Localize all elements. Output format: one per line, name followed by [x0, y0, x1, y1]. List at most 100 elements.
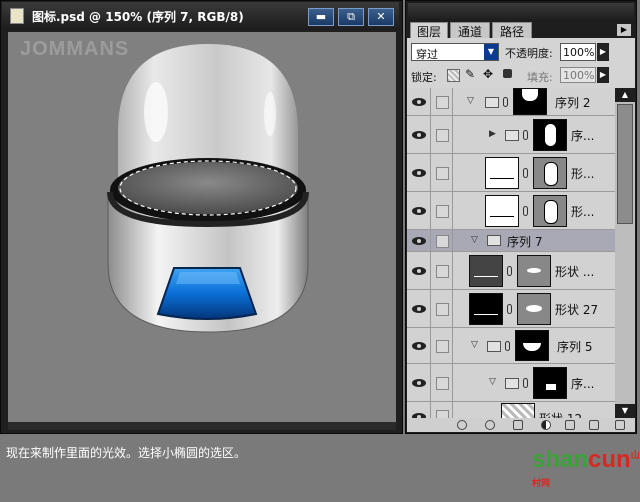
trash-icon[interactable] [615, 420, 625, 430]
document-title-bar[interactable]: 图标.psd @ 150% (序列 7, RGB/8) ▬ ⧉ ✕ [2, 2, 399, 30]
lock-all-icon[interactable] [503, 69, 512, 78]
visibility-toggle[interactable] [407, 116, 431, 153]
expand-arrow-icon[interactable]: ▶ [489, 129, 496, 139]
folder-icon [505, 378, 519, 389]
fill-slider-button[interactable]: ▶ [597, 67, 609, 83]
visibility-toggle[interactable] [407, 88, 431, 115]
link-checkbox[interactable] [436, 235, 449, 248]
layer-style-icon[interactable] [485, 420, 495, 430]
eye-icon [411, 97, 426, 106]
visibility-toggle[interactable] [407, 252, 431, 289]
layer-row[interactable]: 形状 27 [407, 290, 615, 328]
panel-menu-button[interactable]: ▶ [617, 24, 631, 36]
layer-row[interactable]: 形状 12 [407, 402, 615, 418]
link-checkbox[interactable] [436, 96, 449, 109]
lock-brush-icon[interactable]: ✎ [465, 67, 475, 81]
panel-menu-icon: ▶ [620, 25, 628, 34]
layer-row[interactable]: ▽ 序列 5 [407, 328, 615, 364]
chain-link-icon [523, 130, 528, 140]
horizontal-scrollbar[interactable] [8, 422, 396, 430]
opacity-input[interactable]: 100% [560, 43, 596, 61]
visibility-toggle[interactable] [407, 328, 431, 363]
link-checkbox[interactable] [436, 205, 449, 218]
layer-row[interactable]: ▶ 序... [407, 116, 615, 154]
layer-row[interactable]: 形状 ... [407, 252, 615, 290]
close-button[interactable]: ✕ [368, 8, 394, 26]
add-mask-icon[interactable] [513, 420, 523, 430]
lock-label: 锁定: [411, 71, 437, 84]
expand-arrow-icon[interactable]: ▽ [467, 96, 474, 106]
link-checkbox[interactable] [436, 377, 449, 390]
opacity-label: 不透明度: [505, 47, 553, 60]
visibility-toggle[interactable] [407, 364, 431, 401]
adjustment-layer-icon[interactable] [541, 420, 551, 430]
link-checkbox[interactable] [436, 303, 449, 316]
maximize-icon: ⧉ [347, 10, 355, 23]
layers-scrollbar[interactable]: ▲ ▼ [615, 88, 635, 418]
new-layer-icon[interactable] [589, 420, 599, 430]
expand-arrow-icon[interactable]: ▽ [471, 340, 478, 350]
folder-icon [487, 235, 501, 246]
scroll-thumb[interactable] [617, 104, 633, 224]
expand-arrow-icon[interactable]: ▽ [471, 235, 478, 245]
eye-icon [411, 236, 426, 245]
opacity-slider-button[interactable]: ▶ [597, 43, 609, 61]
eye-icon [411, 304, 426, 313]
visibility-toggle[interactable] [407, 290, 431, 327]
eye-icon [411, 206, 426, 215]
blend-mode-select[interactable]: 穿过 ▼ [411, 43, 499, 61]
layer-name: 序... [571, 377, 595, 391]
eye-icon [411, 341, 426, 350]
expand-arrow-icon[interactable]: ▽ [489, 377, 496, 387]
link-checkbox[interactable] [436, 340, 449, 353]
chevron-down-icon: ▼ [484, 44, 498, 60]
new-group-icon[interactable] [565, 420, 575, 430]
layer-row[interactable]: 形... [407, 192, 615, 230]
link-cell [431, 192, 453, 229]
eye-icon [411, 168, 426, 177]
layer-name: 形状 27 [555, 303, 599, 317]
link-cell [431, 290, 453, 327]
eye-icon [411, 130, 426, 139]
scroll-down-button[interactable]: ▼ [615, 404, 635, 418]
panel-title-bar[interactable] [408, 3, 634, 21]
vector-mask-thumbnail [533, 195, 567, 227]
vector-mask-thumbnail [517, 293, 551, 325]
blend-mode-value: 穿过 [416, 48, 438, 61]
visibility-toggle[interactable] [407, 154, 431, 191]
canvas[interactable]: JOMMANS [8, 32, 396, 422]
layer-mask-thumbnail [533, 367, 567, 399]
visibility-toggle[interactable] [407, 402, 431, 418]
scroll-up-button[interactable]: ▲ [615, 88, 635, 102]
chain-link-icon [523, 206, 528, 216]
link-cell [431, 154, 453, 191]
vector-mask-thumbnail [533, 157, 567, 189]
link-checkbox[interactable] [436, 410, 449, 418]
visibility-toggle[interactable] [407, 230, 431, 251]
lock-move-icon[interactable]: ✥ [483, 67, 493, 81]
tab-channels-label: 通道 [457, 25, 482, 39]
link-checkbox[interactable] [436, 265, 449, 278]
layer-row[interactable]: ▽ 序... [407, 364, 615, 402]
link-layers-icon[interactable] [457, 420, 467, 430]
folder-icon [487, 341, 501, 352]
link-checkbox[interactable] [436, 129, 449, 142]
chain-link-icon [507, 304, 512, 314]
layer-mask-thumbnail [533, 119, 567, 151]
site-logo: shancun山村网 [532, 446, 640, 502]
layer-row-selected[interactable]: ▽ 序列 7 [407, 230, 615, 252]
chain-link-icon [523, 378, 528, 388]
panel-bottom-toolbar [407, 418, 635, 432]
link-cell [431, 364, 453, 401]
lock-transparency-icon[interactable] [447, 69, 460, 82]
document-title: 图标.psd @ 150% (序列 7, RGB/8) [32, 10, 244, 24]
layer-row[interactable]: ▽ 序列 2 [407, 88, 615, 116]
maximize-button[interactable]: ⧉ [338, 8, 364, 26]
link-checkbox[interactable] [436, 167, 449, 180]
minimize-button[interactable]: ▬ [308, 8, 334, 26]
visibility-toggle[interactable] [407, 192, 431, 229]
layer-row[interactable]: 形... [407, 154, 615, 192]
psd-file-icon [10, 8, 24, 24]
fill-input[interactable]: 100% [560, 67, 596, 83]
chain-link-icon [507, 266, 512, 276]
